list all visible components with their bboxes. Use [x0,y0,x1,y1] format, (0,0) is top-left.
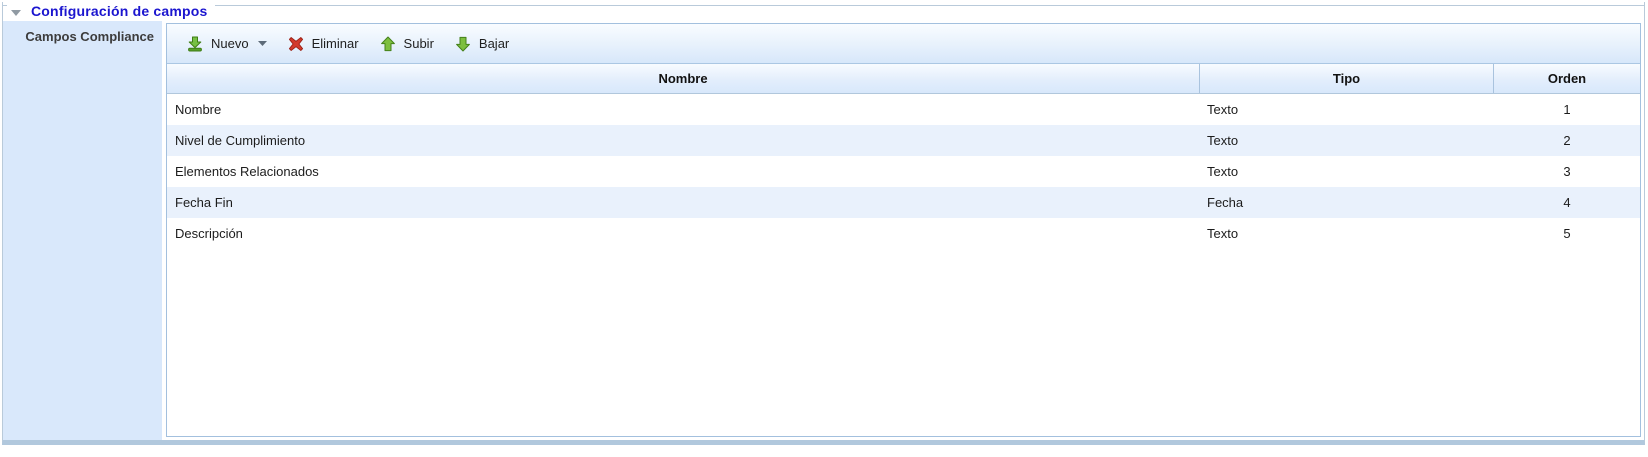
cell-nombre: Fecha Fin [167,187,1200,218]
cell-nombre: Elementos Relacionados [167,156,1200,187]
fieldset-legend-inner: Configuración de campos [7,2,215,21]
nuevo-menu-arrow-icon[interactable] [258,41,267,46]
campos-compliance-label: Campos Compliance [3,21,162,440]
cell-nombre: Nombre [167,94,1200,125]
bajar-button[interactable]: Bajar [447,30,517,58]
cell-tipo: Texto [1200,156,1494,187]
fieldset-title: Configuración de campos [31,2,208,21]
campos-grid-panel: Nuevo Eliminar [166,23,1641,437]
cell-tipo: Texto [1200,94,1494,125]
table-row[interactable]: Fecha Fin Fecha 4 [167,187,1640,218]
table-row[interactable]: Nivel de Cumplimiento Texto 2 [167,125,1640,156]
eliminar-button[interactable]: Eliminar [280,30,367,58]
grid-toolbar: Nuevo Eliminar [167,24,1640,64]
cell-orden: 5 [1494,218,1640,249]
column-header-orden[interactable]: Orden [1494,64,1640,93]
cell-nombre: Descripción [167,218,1200,249]
nuevo-button[interactable]: Nuevo [179,30,275,58]
configuracion-de-campos-fieldset: Configuración de campos Campos Complianc… [2,2,1645,445]
cell-nombre: Nivel de Cumplimiento [167,125,1200,156]
bajar-button-label: Bajar [479,36,509,51]
column-header-tipo[interactable]: Tipo [1200,64,1494,93]
table-row[interactable]: Elementos Relacionados Texto 3 [167,156,1640,187]
grid-body: Nombre Texto 1 Nivel de Cumplimiento Tex… [167,94,1640,436]
nuevo-button-label: Nuevo [211,36,249,51]
cell-tipo: Fecha [1200,187,1494,218]
column-header-nombre[interactable]: Nombre [167,64,1200,93]
table-row[interactable]: Descripción Texto 5 [167,218,1640,249]
grid-header: Nombre Tipo Orden [167,64,1640,94]
eliminar-button-label: Eliminar [312,36,359,51]
fieldset-legend: Configuración de campos [3,2,1644,21]
table-row[interactable]: Nombre Texto 1 [167,94,1640,125]
cell-tipo: Texto [1200,125,1494,156]
delete-x-icon [288,36,304,52]
collapse-toggle-icon[interactable] [11,10,21,16]
add-new-icon [187,36,203,52]
subir-button-label: Subir [404,36,434,51]
arrow-up-icon [380,36,396,52]
subir-button[interactable]: Subir [372,30,442,58]
cell-orden: 3 [1494,156,1640,187]
cell-tipo: Texto [1200,218,1494,249]
cell-orden: 2 [1494,125,1640,156]
fieldset-body: Campos Compliance Nuevo [3,21,1644,440]
cell-orden: 4 [1494,187,1640,218]
cell-orden: 1 [1494,94,1640,125]
arrow-down-icon [455,36,471,52]
